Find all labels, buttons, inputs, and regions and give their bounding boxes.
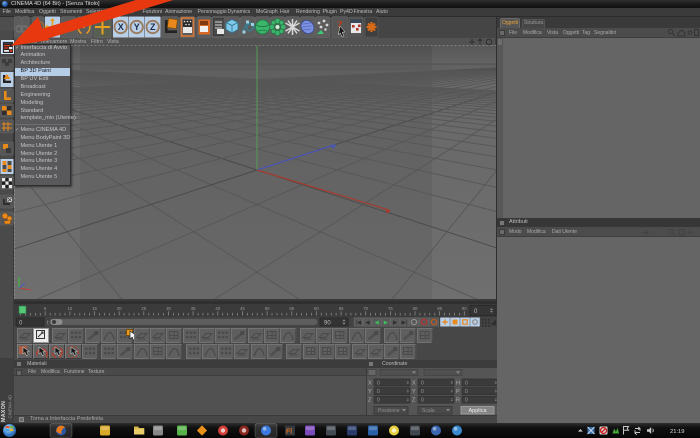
- svg-text:Y: Y: [368, 389, 372, 395]
- svg-text:35: 35: [191, 306, 196, 311]
- svg-text:75: 75: [388, 306, 393, 311]
- svg-text:10: 10: [68, 306, 73, 311]
- svg-text:0: 0: [421, 389, 424, 395]
- svg-text:Scala: Scala: [422, 408, 435, 414]
- svg-text:|◀: |◀: [355, 320, 361, 326]
- svg-text:Y: Y: [412, 389, 416, 395]
- svg-text:85: 85: [437, 306, 442, 311]
- svg-text:0: 0: [421, 398, 424, 404]
- svg-text:H: H: [456, 380, 460, 386]
- svg-text:5: 5: [44, 306, 47, 311]
- svg-text:45: 45: [240, 306, 245, 311]
- svg-text:0: 0: [421, 380, 424, 386]
- svg-text:80: 80: [413, 306, 418, 311]
- svg-text:60: 60: [314, 306, 319, 311]
- svg-text:P: P: [456, 389, 460, 395]
- svg-text:X: X: [368, 380, 372, 386]
- svg-text:▶|: ▶|: [401, 320, 407, 326]
- svg-text:Posizione: Posizione: [378, 408, 400, 414]
- svg-text:25: 25: [141, 306, 146, 311]
- svg-text:90: 90: [462, 306, 467, 311]
- svg-text:0: 0: [465, 380, 468, 386]
- svg-text:Fl: Fl: [286, 429, 292, 436]
- svg-text:40: 40: [215, 306, 220, 311]
- svg-text:0: 0: [377, 389, 380, 395]
- svg-text:0: 0: [377, 380, 380, 386]
- svg-text:50: 50: [265, 306, 270, 311]
- svg-text:Z: Z: [412, 398, 416, 404]
- svg-text:0: 0: [465, 389, 468, 395]
- svg-text:0: 0: [377, 398, 380, 404]
- svg-text:Applica: Applica: [468, 408, 487, 414]
- svg-text:30: 30: [166, 306, 171, 311]
- svg-text:55: 55: [289, 306, 294, 311]
- svg-text:20: 20: [117, 306, 122, 311]
- svg-text:15: 15: [92, 306, 97, 311]
- svg-text:R: R: [456, 398, 460, 404]
- svg-text:X: X: [412, 380, 416, 386]
- svg-text:0: 0: [465, 398, 468, 404]
- svg-text:21:19: 21:19: [670, 429, 685, 435]
- svg-text:Z: Z: [368, 398, 372, 404]
- svg-text:0: 0: [59, 320, 62, 326]
- svg-text:65: 65: [339, 306, 344, 311]
- svg-text:70: 70: [363, 306, 368, 311]
